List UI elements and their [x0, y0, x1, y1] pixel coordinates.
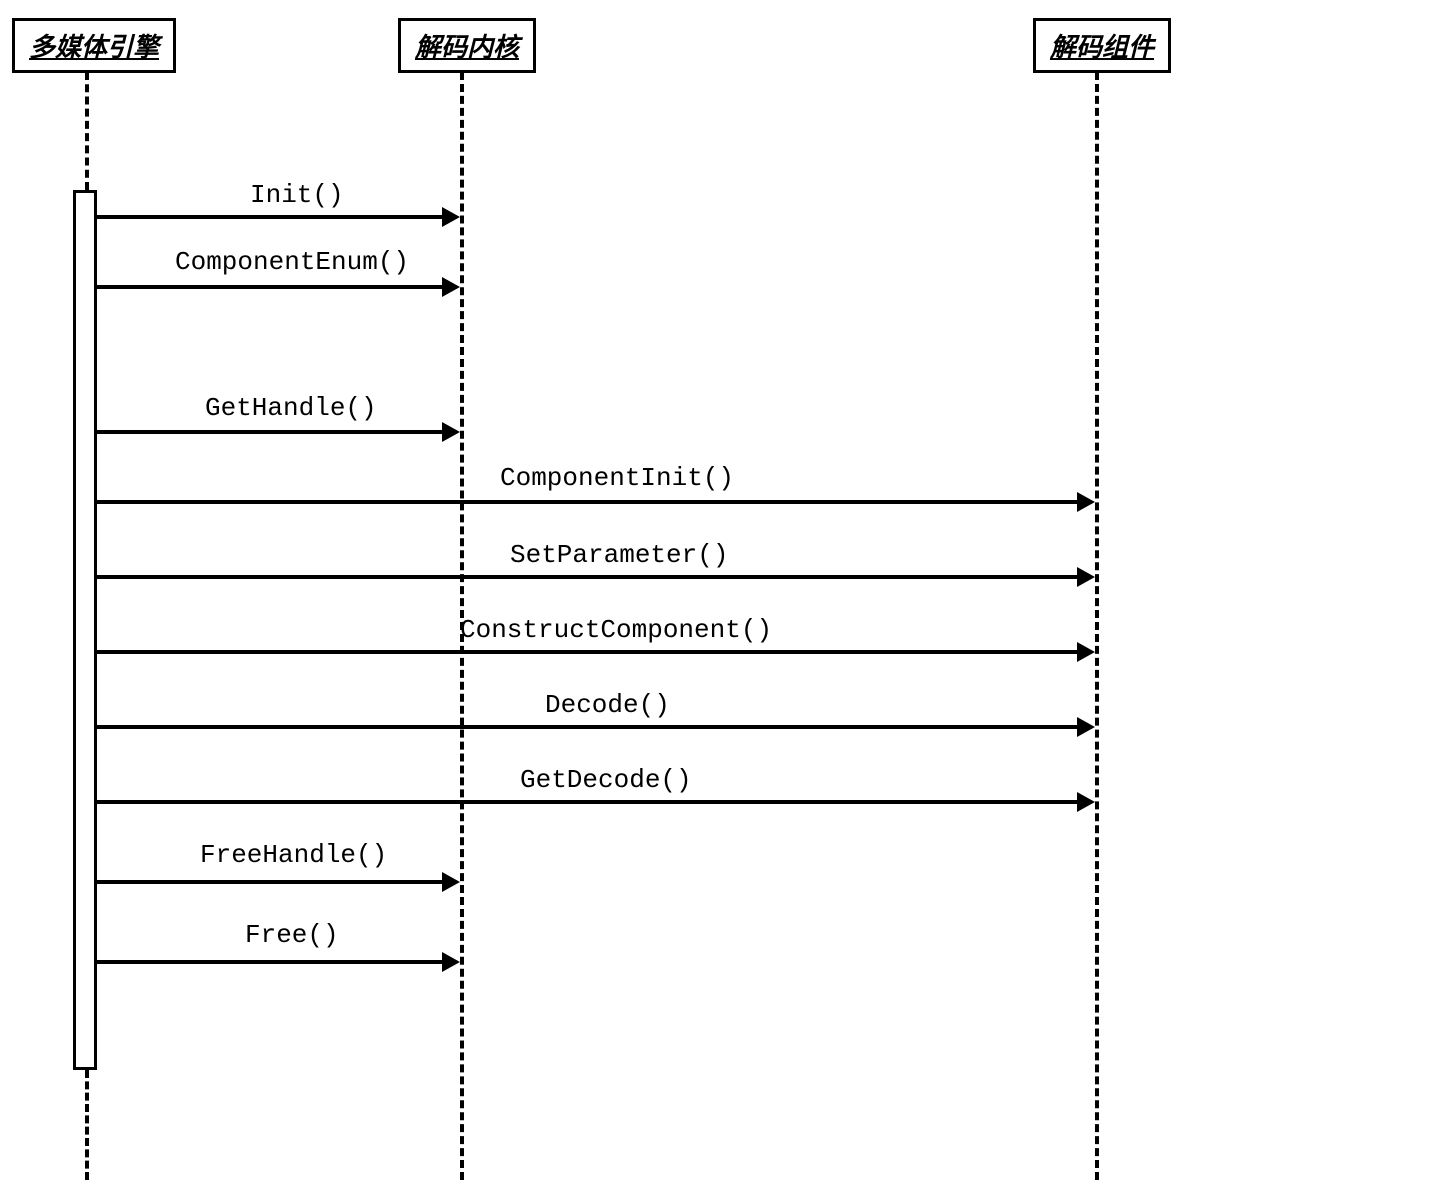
- msg-arrowhead-init: [442, 207, 460, 227]
- msg-label-componentinit: ComponentInit(): [500, 463, 734, 493]
- lifeline-engine-bottom: [85, 1070, 89, 1180]
- msg-arrow-gethandle: [97, 430, 444, 434]
- msg-arrow-componentinit: [97, 500, 1079, 504]
- msg-arrowhead-freehandle: [442, 872, 460, 892]
- lifeline-component: [1095, 72, 1099, 1180]
- lifeline-box-component: 解码组件: [1033, 18, 1171, 73]
- msg-arrow-decode: [97, 725, 1079, 729]
- msg-arrowhead-setparameter: [1077, 567, 1095, 587]
- msg-arrowhead-getdecode: [1077, 792, 1095, 812]
- msg-label-freehandle: FreeHandle(): [200, 840, 387, 870]
- msg-label-init: Init(): [250, 180, 344, 210]
- msg-label-gethandle: GetHandle(): [205, 393, 377, 423]
- msg-label-componentenum: ComponentEnum(): [175, 247, 409, 277]
- msg-arrowhead-free: [442, 952, 460, 972]
- msg-arrow-getdecode: [97, 800, 1079, 804]
- msg-label-decode: Decode(): [545, 690, 670, 720]
- msg-arrow-setparameter: [97, 575, 1079, 579]
- msg-label-setparameter: SetParameter(): [510, 540, 728, 570]
- msg-arrowhead-constructcomponent: [1077, 642, 1095, 662]
- msg-label-free: Free(): [245, 920, 339, 950]
- activation-engine: [73, 190, 97, 1070]
- msg-arrowhead-decode: [1077, 717, 1095, 737]
- msg-arrowhead-componentenum: [442, 277, 460, 297]
- msg-arrow-componentenum: [97, 285, 444, 289]
- msg-arrow-free: [97, 960, 444, 964]
- msg-arrow-init: [97, 215, 444, 219]
- msg-label-getdecode: GetDecode(): [520, 765, 692, 795]
- lifeline-box-kernel: 解码内核: [398, 18, 536, 73]
- msg-arrowhead-componentinit: [1077, 492, 1095, 512]
- msg-arrow-constructcomponent: [97, 650, 1079, 654]
- lifeline-engine: [85, 72, 89, 190]
- msg-label-constructcomponent: ConstructComponent(): [460, 615, 772, 645]
- msg-arrow-freehandle: [97, 880, 444, 884]
- msg-arrowhead-gethandle: [442, 422, 460, 442]
- lifeline-box-engine: 多媒体引擎: [12, 18, 176, 73]
